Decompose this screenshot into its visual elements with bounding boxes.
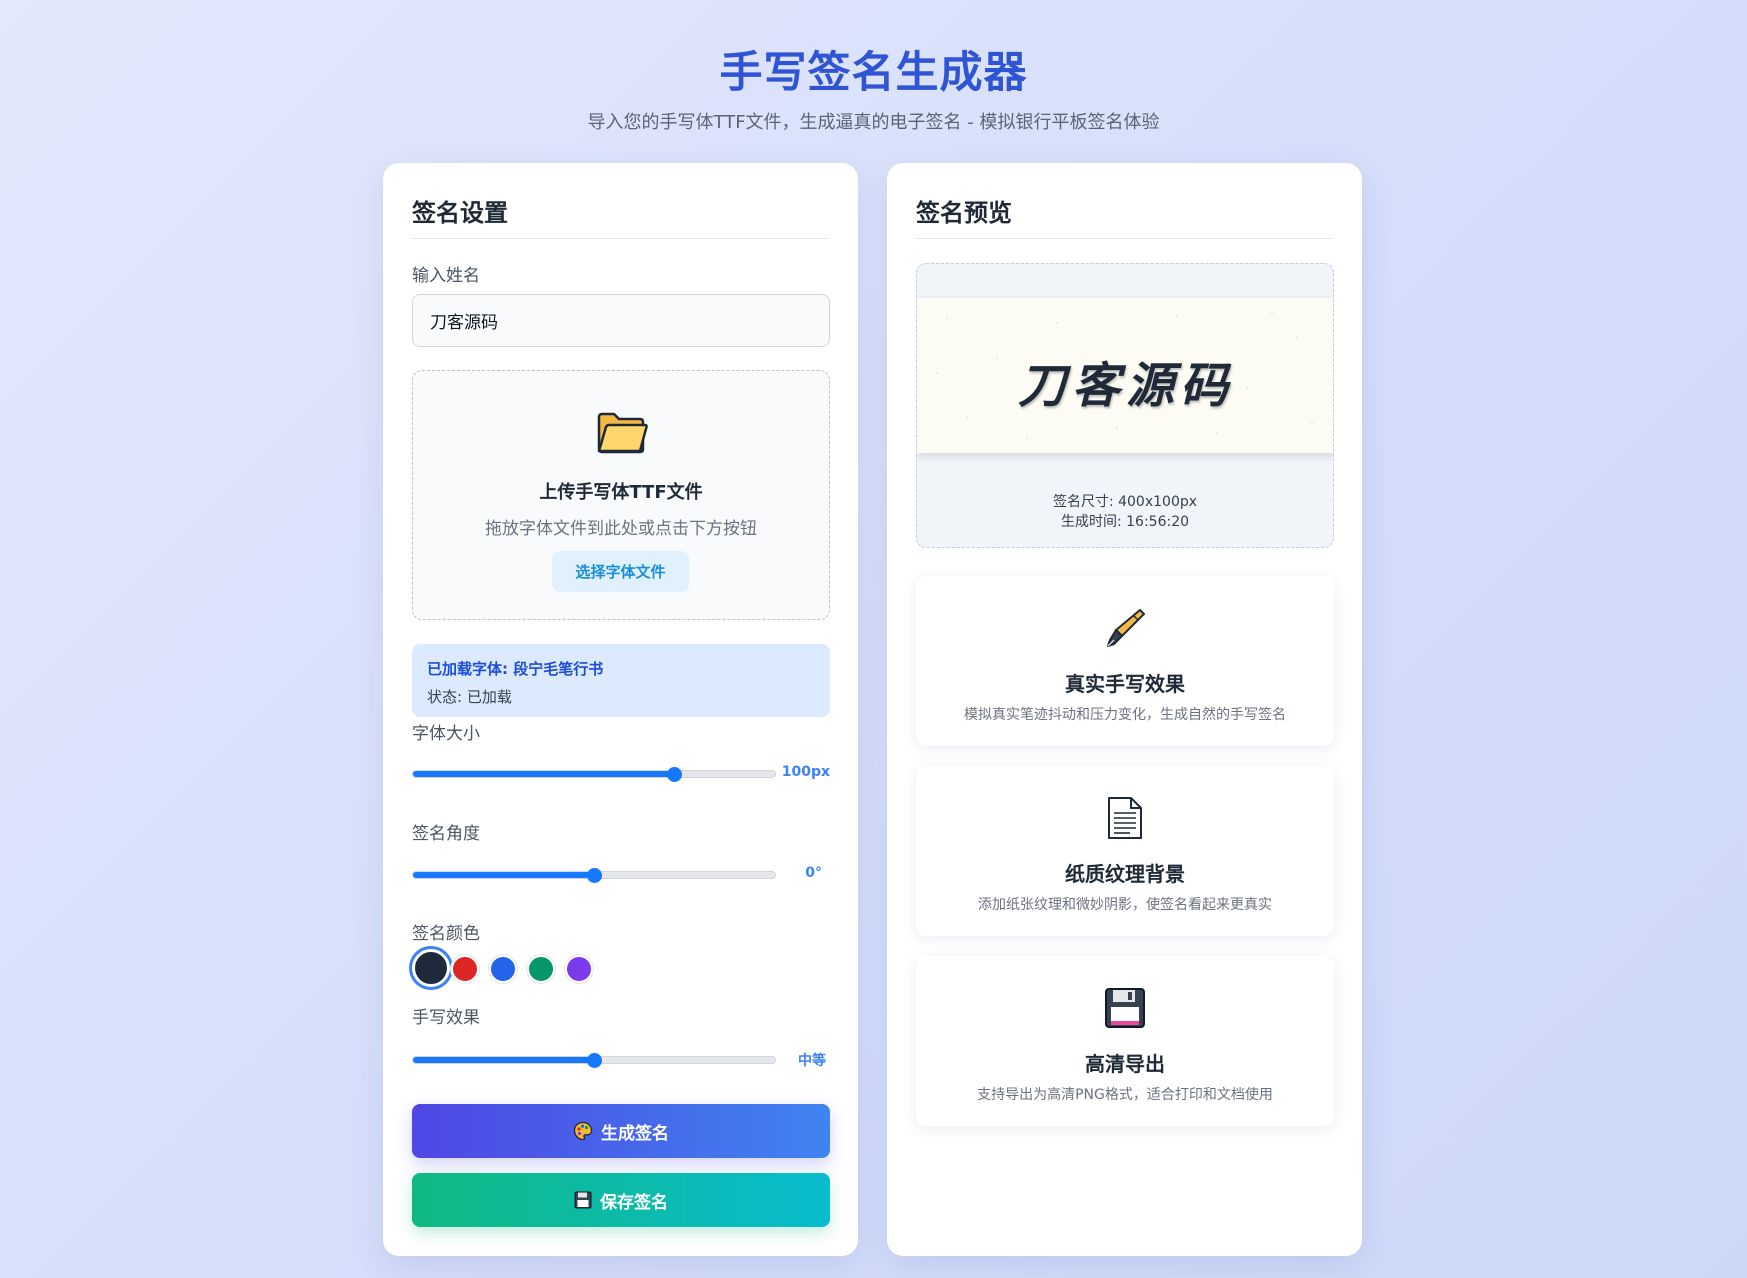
font-size-label: 字体大小 [412, 724, 480, 744]
font-upload-dropzone[interactable]: 上传手写体TTF文件 拖放字体文件到此处或点击下方按钮 选择字体文件 [412, 370, 830, 620]
name-label: 输入姓名 [412, 266, 480, 286]
angle-label: 签名角度 [412, 824, 480, 844]
save-signature-button[interactable]: 保存签名 [412, 1173, 830, 1227]
color-label: 签名颜色 [412, 924, 480, 944]
feature-title: 纸质纹理背景 [1065, 862, 1185, 886]
angle-value: 0° [805, 865, 822, 881]
feature-desc: 模拟真实笔迹抖动和压力变化，生成自然的手写签名 [964, 707, 1286, 723]
upload-hint: 拖放字体文件到此处或点击下方按钮 [485, 519, 757, 539]
slider-track[interactable] [412, 767, 776, 782]
color-swatch[interactable] [527, 955, 555, 983]
save-button-label: 保存签名 [600, 1192, 668, 1213]
slider-track[interactable] [412, 868, 776, 883]
feature-desc: 添加纸张纹理和微妙阴影，使签名看起来更真实 [978, 897, 1272, 913]
slider-thumb[interactable] [587, 1053, 602, 1068]
feature-card-realistic: 真实手写效果 模拟真实笔迹抖动和压力变化，生成自然的手写签名 [916, 576, 1334, 746]
angle-slider[interactable]: 0° [412, 864, 830, 884]
choose-font-button[interactable]: 选择字体文件 [552, 551, 689, 592]
feature-card-export: 高清导出 支持导出为高清PNG格式，适合打印和文档使用 [916, 956, 1334, 1126]
generated-time-text: 生成时间: 16:56:20 [1060, 514, 1190, 530]
effect-value: 中等 [798, 1053, 826, 1069]
feature-card-paper: 纸质纹理背景 添加纸张纹理和微妙阴影，使签名看起来更真实 [916, 766, 1334, 936]
font-size-slider[interactable]: 100px [412, 763, 830, 783]
name-input[interactable] [412, 294, 830, 347]
font-load-state: 状态: 已加载 [427, 688, 512, 706]
page-title: 手写签名生成器 [719, 48, 1028, 98]
slider-thumb[interactable] [666, 767, 682, 782]
feature-title: 真实手写效果 [1065, 672, 1185, 696]
generate-signature-button[interactable]: 生成签名 [412, 1104, 830, 1158]
loaded-font-name: 已加载字体: 段宁毛笔行书 [427, 660, 604, 678]
floppy-disk-icon [1105, 988, 1145, 1028]
slider-thumb[interactable] [587, 868, 602, 883]
generate-button-label: 生成签名 [601, 1123, 669, 1144]
upload-title: 上传手写体TTF文件 [539, 482, 703, 503]
slider-track[interactable] [412, 1053, 776, 1068]
feature-desc: 支持导出为高清PNG格式，适合打印和文档使用 [977, 1087, 1273, 1103]
slider-fill [413, 771, 674, 777]
preview-meta: 签名尺寸: 400x100px 生成时间: 16:56:20 [917, 492, 1333, 532]
settings-panel: 签名设置 输入姓名 上传手写体TTF文件 拖放字体文件到此处或点击下方按钮 选择… [383, 163, 858, 1256]
page-icon [1108, 797, 1142, 839]
font-size-value: 100px [781, 764, 830, 780]
color-swatch[interactable] [565, 955, 593, 983]
font-status-box: 已加载字体: 段宁毛笔行书 状态: 已加载 [412, 644, 830, 717]
settings-panel-title: 签名设置 [412, 193, 829, 239]
color-swatch[interactable] [451, 955, 479, 983]
feature-title: 高清导出 [1085, 1052, 1165, 1076]
palette-icon [573, 1121, 593, 1141]
signature-canvas: 刀客源码 [917, 298, 1333, 453]
fountain-pen-icon [1107, 609, 1145, 647]
color-swatch[interactable] [412, 949, 450, 987]
page-subtitle: 导入您的手写体TTF文件，生成逼真的电子签名 - 模拟银行平板签名体验 [587, 112, 1160, 133]
slider-fill [413, 1057, 594, 1063]
preview-panel: 签名预览 刀客源码 签名尺寸: 400x100px 生成时间: 16:56:20 [887, 163, 1362, 1256]
color-swatch[interactable] [489, 955, 517, 983]
signature-size-text: 签名尺寸: 400x100px [1052, 494, 1198, 510]
signature-text: 刀客源码 [1017, 358, 1234, 414]
floppy-disk-icon [574, 1191, 592, 1209]
slider-fill [413, 872, 594, 878]
effect-label: 手写效果 [412, 1008, 480, 1028]
preview-panel-title: 签名预览 [916, 193, 1333, 239]
effect-slider[interactable]: 中等 [412, 1049, 830, 1069]
signature-preview-area: 刀客源码 签名尺寸: 400x100px 生成时间: 16:56:20 [916, 263, 1334, 548]
folder-icon [597, 412, 648, 454]
